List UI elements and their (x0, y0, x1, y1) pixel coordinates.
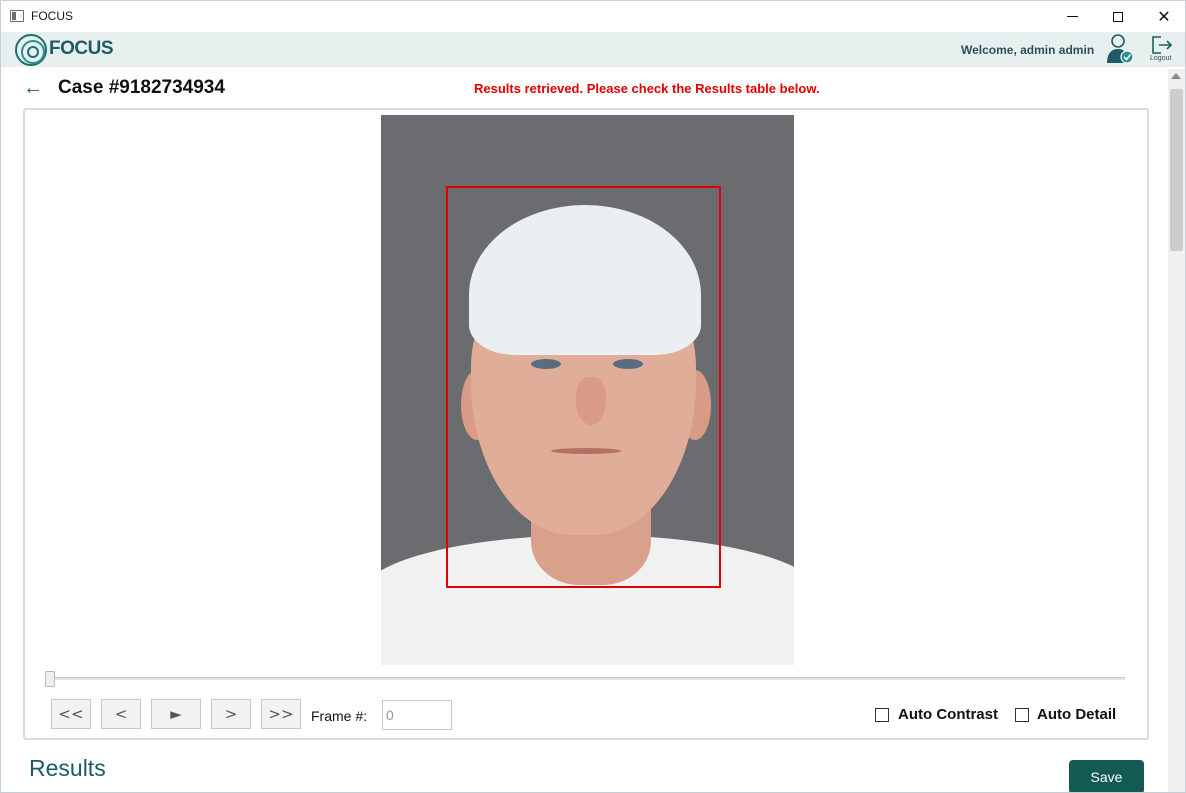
logout-label[interactable]: Logout (1150, 55, 1171, 62)
face-detection-box[interactable] (446, 186, 721, 588)
logo-text: FOCUS (49, 38, 114, 59)
close-button[interactable]: ✕ (1141, 1, 1185, 32)
timeline-slider-track[interactable] (45, 677, 1125, 680)
mugshot-photo (381, 115, 794, 665)
timeline-slider-thumb[interactable] (45, 671, 55, 687)
auto-contrast-label[interactable]: Auto Contrast (898, 706, 998, 723)
maximize-icon (1113, 11, 1123, 22)
minimize-button[interactable] (1049, 1, 1095, 32)
frame-number-input[interactable]: 0 (382, 700, 452, 730)
title-bar: FOCUS ✕ (1, 1, 1185, 32)
save-button[interactable]: Save (1069, 760, 1144, 792)
focus-logo-icon (15, 34, 47, 66)
app-header: FOCUS Welcome, admin admin Logout (1, 32, 1185, 67)
welcome-text: Welcome, admin admin (961, 43, 1095, 57)
case-title: Case #9182734934 (58, 77, 225, 98)
vertical-scrollbar[interactable] (1168, 69, 1185, 792)
play-button[interactable]: ► (151, 699, 201, 729)
window-title: FOCUS (31, 9, 73, 23)
auto-contrast-checkbox[interactable] (875, 708, 889, 722)
frame-number-label: Frame #: (311, 708, 368, 724)
user-verified-icon[interactable] (1105, 33, 1135, 65)
scrollbar-thumb[interactable] (1170, 89, 1183, 251)
app-window: FOCUS ✕ FOCUS Welcome, admin admin Logou… (0, 0, 1186, 793)
auto-detail-checkbox[interactable] (1015, 708, 1029, 722)
auto-detail-label[interactable]: Auto Detail (1037, 706, 1116, 723)
app-window-icon (10, 10, 24, 22)
back-arrow-icon[interactable]: ← (23, 78, 45, 100)
next-frame-button[interactable]: > (211, 699, 251, 729)
scroll-up-icon[interactable] (1171, 73, 1181, 79)
maximize-button[interactable] (1095, 1, 1141, 32)
image-viewer-panel: << < ► > >> Frame #: 0 Auto Contrast Aut… (23, 108, 1149, 740)
minimize-icon (1066, 16, 1078, 17)
results-heading: Results (29, 755, 106, 781)
last-frame-button[interactable]: >> (261, 699, 301, 729)
status-message: Results retrieved. Please check the Resu… (474, 81, 820, 96)
previous-frame-button[interactable]: < (101, 699, 141, 729)
first-frame-button[interactable]: << (51, 699, 91, 729)
